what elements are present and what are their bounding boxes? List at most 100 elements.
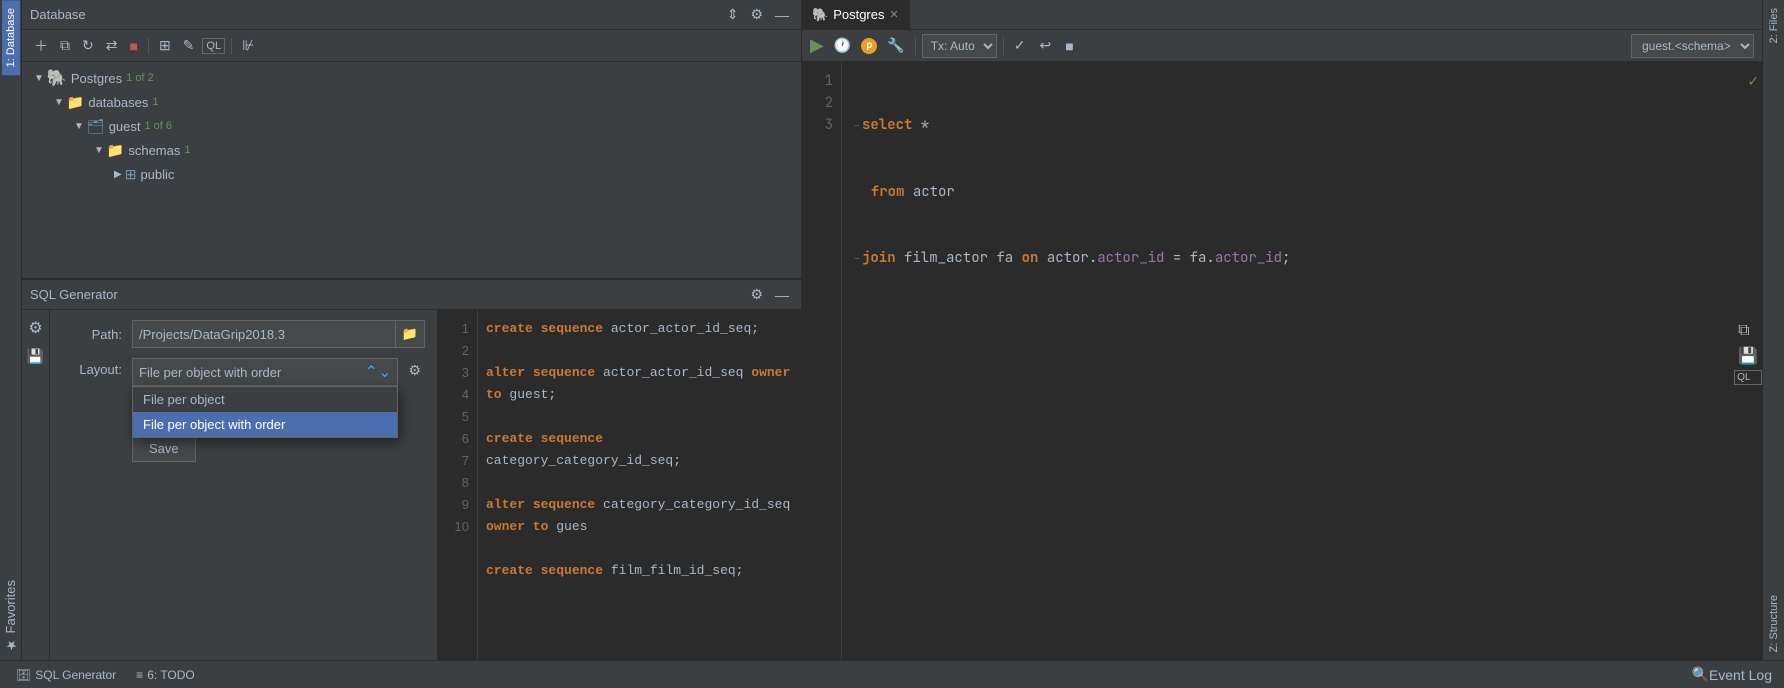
sql-line-4 [486, 406, 793, 428]
path-label: Path: [62, 327, 122, 342]
copy-button[interactable]: ⧉ [56, 35, 74, 56]
toolbar-sep-2 [1003, 37, 1004, 55]
sql-line-6 [486, 472, 793, 494]
collapse-all-button[interactable]: ⇕ [723, 4, 743, 25]
tree-item-public[interactable]: ▶ ⊞ public [22, 162, 801, 186]
stop-exec-button[interactable]: ■ [1061, 36, 1077, 56]
editor-code-content[interactable]: –select * from actor –join film_actor fa… [842, 62, 1744, 660]
tree-item-databases[interactable]: ▼ 📁 databases 1 [22, 90, 801, 114]
layout-select[interactable]: File per object with order ⌃⌄ [132, 358, 398, 386]
todo-icon: ≡ [136, 668, 143, 682]
stop-button[interactable]: ■ [125, 36, 141, 56]
database-toolbar: ＋ ⧉ ↻ ⇄ ■ ⊞ ✎ QL ⊮ [22, 30, 801, 62]
check-button[interactable]: ✓ [1010, 35, 1030, 56]
undo-button[interactable]: ↩ [1035, 35, 1055, 56]
path-browse-button[interactable]: 📁 [396, 320, 425, 348]
editor-tab-postgres[interactable]: 🐘 Postgres ✕ [802, 0, 910, 29]
main-container: 1: Database ★ Favorites Database ⇕ ⚙ — ＋… [0, 0, 1784, 660]
path-row: Path: 📁 [62, 320, 425, 348]
tree-arrow-guest[interactable]: ▼ [74, 121, 84, 132]
sidebar-item-database[interactable]: 1: Database [2, 0, 20, 75]
add-datasource-button[interactable]: ＋ [30, 34, 52, 58]
sql-generator-form: Path: 📁 Layout: File per object with ord… [50, 310, 437, 660]
sql-line-7: alter sequence category_category_id_seq … [486, 494, 793, 538]
layout-option-file-per-object[interactable]: File per object [133, 387, 397, 412]
database-tree: ▼ 🐘 Postgres 1 of 2 ▼ 📁 databases 1 ▼ [22, 62, 801, 278]
sql-gen-minimize-button[interactable]: — [771, 285, 793, 305]
minimize-button[interactable]: — [771, 5, 793, 25]
ql-button[interactable]: QL [202, 38, 225, 54]
layout-settings-button[interactable]: ⚙ [404, 360, 425, 381]
sql-generator-body: ⚙ 💾 Path: 📁 Layout: [22, 310, 801, 660]
schema-select[interactable]: guest.<schema> [1631, 34, 1754, 58]
editor-line-2: from actor [854, 181, 1732, 203]
code-editor[interactable]: 1 2 3 –select * from actor –join film_ac… [802, 62, 1762, 660]
grid-button[interactable]: ⊞ [155, 35, 175, 56]
bottom-tab-sql-generator[interactable]: 🗄 SQL Generator [8, 666, 124, 684]
sql-gen-settings-button[interactable]: ⚙ [746, 284, 767, 305]
tree-item-guest[interactable]: ▼ 🗂 guest 1 of 6 [22, 114, 801, 138]
guest-folder-icon: 🗂 [87, 118, 105, 135]
tree-arrow-schemas[interactable]: ▼ [94, 145, 104, 156]
toolbar-sep-1 [915, 37, 916, 55]
event-log-button[interactable]: 🔍 Event Log [1688, 664, 1777, 685]
tree-arrow-databases[interactable]: ▼ [54, 97, 64, 108]
sync-button[interactable]: ⇄ [102, 35, 122, 56]
right-sidebar-tabs: 2: Files Z: Structure [1762, 0, 1784, 660]
tree-item-postgres[interactable]: ▼ 🐘 Postgres 1 of 2 [22, 66, 801, 90]
edit-button[interactable]: ✎ [179, 35, 199, 56]
toolbar-separator-2 [231, 38, 232, 54]
layout-dropdown-container: File per object with order ⌃⌄ File per o… [132, 358, 398, 386]
sidebar-item-files[interactable]: 2: Files [1765, 0, 1783, 51]
layout-dropdown-menu: File per object File per object with ord… [132, 386, 398, 438]
refresh-button[interactable]: ↻ [78, 35, 98, 56]
run-button[interactable]: ▶ [810, 35, 824, 56]
tab-postgres-label: Postgres [833, 7, 884, 22]
sql-generator-title: SQL Generator [30, 287, 118, 302]
path-input[interactable] [132, 320, 396, 348]
tree-label-schemas: schemas [128, 143, 180, 158]
layout-label: Layout: [62, 362, 122, 377]
sql-gen-header-controls: ⚙ — [746, 284, 793, 305]
sidebar-item-structure[interactable]: Z: Structure [1765, 587, 1783, 660]
editor-ln-1: 1 [802, 70, 833, 92]
sql-output-code[interactable]: create sequence actor_actor_id_seq; alte… [478, 310, 801, 660]
sql-gen-left-bar: ⚙ 💾 [22, 310, 50, 660]
sidebar-favorites[interactable]: ★ Favorites [3, 580, 18, 652]
public-schema-icon: ⊞ [125, 166, 137, 183]
tree-label-postgres: Postgres [71, 71, 122, 86]
sql-gen-gear-button[interactable]: ⚙ [24, 316, 46, 340]
tree-count-schemas: 1 [184, 144, 190, 156]
line-num-4: 4 [438, 384, 469, 406]
database-panel-header: Database ⇕ ⚙ — [22, 0, 801, 30]
line-num-7: 7 [438, 450, 469, 472]
save-button[interactable]: Save [132, 434, 196, 462]
line-num-1: 1 [438, 318, 469, 340]
settings-button[interactable]: ⚙ [746, 4, 767, 25]
tree-label-public: public [140, 167, 174, 182]
database-header-controls: ⇕ ⚙ — [723, 4, 793, 25]
tx-select[interactable]: Tx: Auto [922, 34, 997, 58]
left-sidebar-tabs: 1: Database ★ Favorites [0, 0, 22, 660]
editor-line-1: –select * [854, 114, 1732, 137]
filter-button[interactable]: ⊮ [238, 35, 258, 56]
wrench-button[interactable]: 🔧 [883, 35, 908, 56]
line-num-3: 3 [438, 362, 469, 384]
tab-pg-icon: 🐘 [812, 7, 828, 23]
tree-count-databases: 1 [152, 96, 158, 108]
green-check-icon: ✓ [1748, 70, 1758, 91]
sql-line-2 [486, 340, 793, 362]
tree-arrow-public[interactable]: ▶ [114, 169, 122, 180]
save-row: Save [62, 434, 425, 462]
history-button[interactable]: 🕐 [830, 35, 855, 56]
tree-arrow-postgres[interactable]: ▼ [34, 73, 44, 84]
line-num-8: 8 [438, 472, 469, 494]
bottom-tab-todo[interactable]: ≡ 6: TODO [128, 666, 203, 684]
sql-gen-save-icon-button[interactable]: 💾 [23, 346, 48, 367]
tab-postgres-close[interactable]: ✕ [890, 8, 899, 21]
layout-option-file-per-object-with-order[interactable]: File per object with order [133, 412, 397, 437]
toolbar-separator-1 [148, 38, 149, 54]
bottom-right-area: 🔍 Event Log [1688, 664, 1777, 685]
sql-gen-icon: 🗄 [16, 668, 31, 682]
tree-item-schemas[interactable]: ▼ 📁 schemas 1 [22, 138, 801, 162]
